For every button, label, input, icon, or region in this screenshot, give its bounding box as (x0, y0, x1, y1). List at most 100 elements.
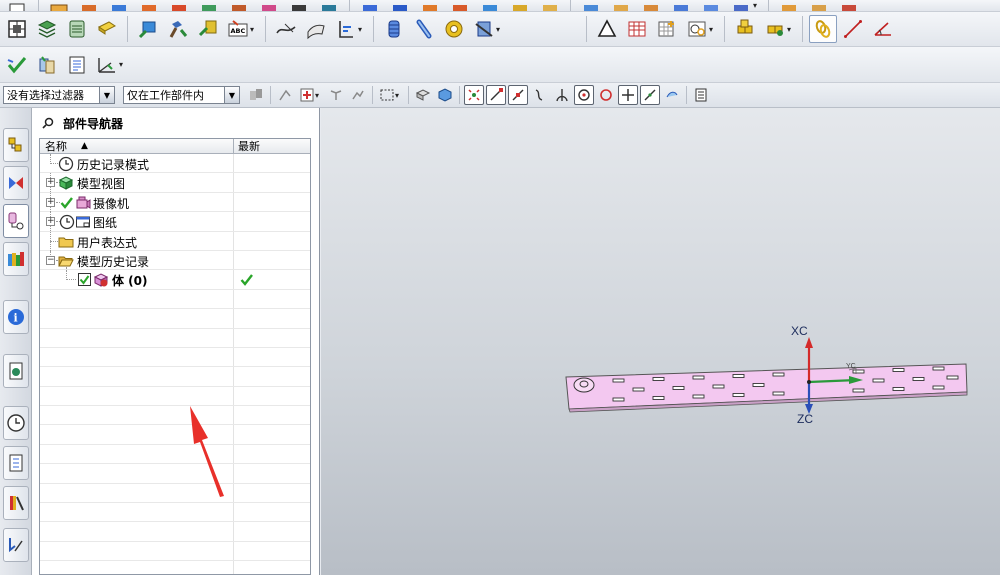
list-report-icon[interactable] (63, 51, 91, 79)
tab-manufacturing-wizard[interactable] (3, 446, 29, 480)
tree-row-model-history[interactable]: − 模型历史记录 (40, 250, 310, 271)
plate-body[interactable] (565, 363, 968, 413)
snap-on-face-icon[interactable] (662, 85, 682, 105)
text-dropdown-icon[interactable]: ▾ (250, 25, 258, 34)
shell-icon[interactable] (255, 0, 283, 11)
layer-settings-icon[interactable] (33, 15, 61, 43)
tab-constraint-navigator[interactable] (3, 166, 29, 200)
pipe-icon[interactable] (410, 15, 438, 43)
tab-process-studio[interactable] (3, 406, 29, 440)
draft-icon[interactable] (506, 0, 534, 11)
assembly-dropdown-icon[interactable]: ▾ (787, 25, 795, 34)
pin-icon[interactable] (41, 116, 55, 130)
expand-icon[interactable]: + (46, 178, 55, 188)
view-front-icon[interactable] (577, 0, 605, 11)
snap-point-icon[interactable] (464, 85, 484, 105)
collapse-icon[interactable]: − (46, 255, 55, 265)
selection-filter-select[interactable]: 没有选择过滤器 ▼ (3, 86, 115, 104)
select-feature-icon[interactable] (275, 85, 295, 105)
tab-assembly-navigator[interactable] (3, 128, 29, 162)
view-iso-icon[interactable] (667, 0, 695, 11)
curve-dropdown-icon[interactable]: ▾ (358, 25, 366, 34)
tab-web-browser[interactable]: i (3, 300, 29, 334)
snap-existing-point-icon[interactable] (618, 85, 638, 105)
view-dropdown-icon[interactable]: ▾ (753, 1, 761, 10)
snap-quadrant-icon[interactable] (596, 85, 616, 105)
tree-row-body[interactable]: 体 (0) (40, 270, 310, 290)
view-right-icon[interactable] (637, 0, 665, 11)
measure-angle-icon[interactable] (93, 51, 121, 79)
component-icon[interactable] (835, 0, 863, 11)
rectangle-select-icon[interactable] (377, 85, 397, 105)
tab-reuse-library[interactable] (3, 242, 29, 276)
pad-feature-icon[interactable] (195, 0, 223, 11)
snap-midpoint-icon[interactable] (508, 85, 528, 105)
thread-icon[interactable] (315, 0, 343, 11)
checkbox-checked-icon[interactable] (78, 273, 91, 287)
snap-on-curve-icon[interactable] (640, 85, 660, 105)
sphere-feature-icon[interactable] (105, 0, 133, 11)
tab-part-navigator[interactable] (3, 204, 29, 238)
assembly-add-icon[interactable] (731, 15, 759, 43)
model-compare-icon[interactable] (33, 51, 61, 79)
snap-endpoint-icon[interactable] (486, 85, 506, 105)
gear-pattern-icon[interactable] (683, 15, 711, 43)
triangle-icon[interactable] (593, 15, 621, 43)
mirror-icon[interactable] (386, 0, 414, 11)
cone-feature-icon[interactable] (135, 0, 163, 11)
grid-add-icon[interactable] (653, 15, 681, 43)
move-object-icon[interactable] (134, 15, 162, 43)
delete-feature-icon[interactable] (470, 15, 498, 43)
tab-history[interactable] (3, 354, 29, 388)
expand-icon[interactable]: + (46, 217, 55, 227)
chevron-down-icon[interactable]: ▼ (99, 87, 114, 103)
line-tool-icon[interactable] (839, 15, 867, 43)
select-body-icon[interactable] (413, 85, 433, 105)
select-mode-dropdown-icon[interactable]: ▾ (395, 91, 403, 100)
table-icon[interactable] (623, 15, 651, 43)
snap-center-icon[interactable] (574, 85, 594, 105)
surface-patch-icon[interactable] (302, 15, 330, 43)
scope-filter-select[interactable]: 仅在工作部件内 ▼ (123, 86, 240, 104)
extract-geometry-icon[interactable] (194, 15, 222, 43)
snap-intersection-icon[interactable] (552, 85, 572, 105)
expand-icon[interactable]: + (46, 197, 55, 207)
cylinder-feature-icon[interactable] (75, 0, 103, 11)
project-curve-icon[interactable] (332, 15, 360, 43)
feature-dropdown-icon[interactable]: ▾ (496, 25, 504, 34)
column-header-name[interactable]: 名称 ▲ (40, 139, 234, 153)
select-solid-icon[interactable] (435, 85, 455, 105)
new-file-icon[interactable] (4, 0, 32, 11)
tree-row-drawings[interactable]: + 图纸 (40, 212, 310, 232)
graphics-window[interactable]: XC ZC YC (321, 108, 1000, 575)
boolean-icon[interactable] (416, 0, 444, 11)
box-feature-icon[interactable] (45, 0, 73, 11)
trim-body-icon[interactable] (446, 0, 474, 11)
column-header-latest[interactable]: 最新 (234, 139, 310, 153)
view-top-icon[interactable] (607, 0, 635, 11)
assembly-constraint-icon[interactable] (805, 0, 833, 11)
view-trimetric-icon[interactable] (697, 0, 725, 11)
snap-settings-icon[interactable] (691, 85, 711, 105)
tab-system-visualization[interactable] (3, 528, 29, 562)
select-face-icon[interactable] (326, 85, 346, 105)
datum-csys-icon[interactable] (3, 15, 31, 43)
layer-visible-icon[interactable] (63, 15, 91, 43)
drafting-dropdown-icon[interactable]: ▾ (709, 25, 717, 34)
tree-row-model-views[interactable]: + 模型视图 (40, 173, 310, 193)
tab-roles[interactable] (3, 486, 29, 520)
tree-row-camera[interactable]: + 摄像机 (40, 192, 310, 213)
link-chain-icon[interactable] (809, 15, 837, 43)
assembly-icon[interactable] (775, 0, 803, 11)
tree-row-history-mode[interactable]: 历史记录模式 (40, 154, 310, 174)
view-back-icon[interactable] (727, 0, 755, 11)
tag-icon[interactable] (93, 15, 121, 43)
sweep-icon[interactable] (536, 0, 564, 11)
point-dropdown-icon[interactable]: ▾ (315, 91, 323, 100)
select-point-icon[interactable] (297, 85, 317, 105)
pattern-icon[interactable] (356, 0, 384, 11)
sketch-curve-icon[interactable] (272, 15, 300, 43)
angle-tool-icon[interactable] (869, 15, 897, 43)
filter-reset-icon[interactable] (246, 85, 266, 105)
tree-row-user-expressions[interactable]: 用户表达式 (40, 231, 310, 251)
